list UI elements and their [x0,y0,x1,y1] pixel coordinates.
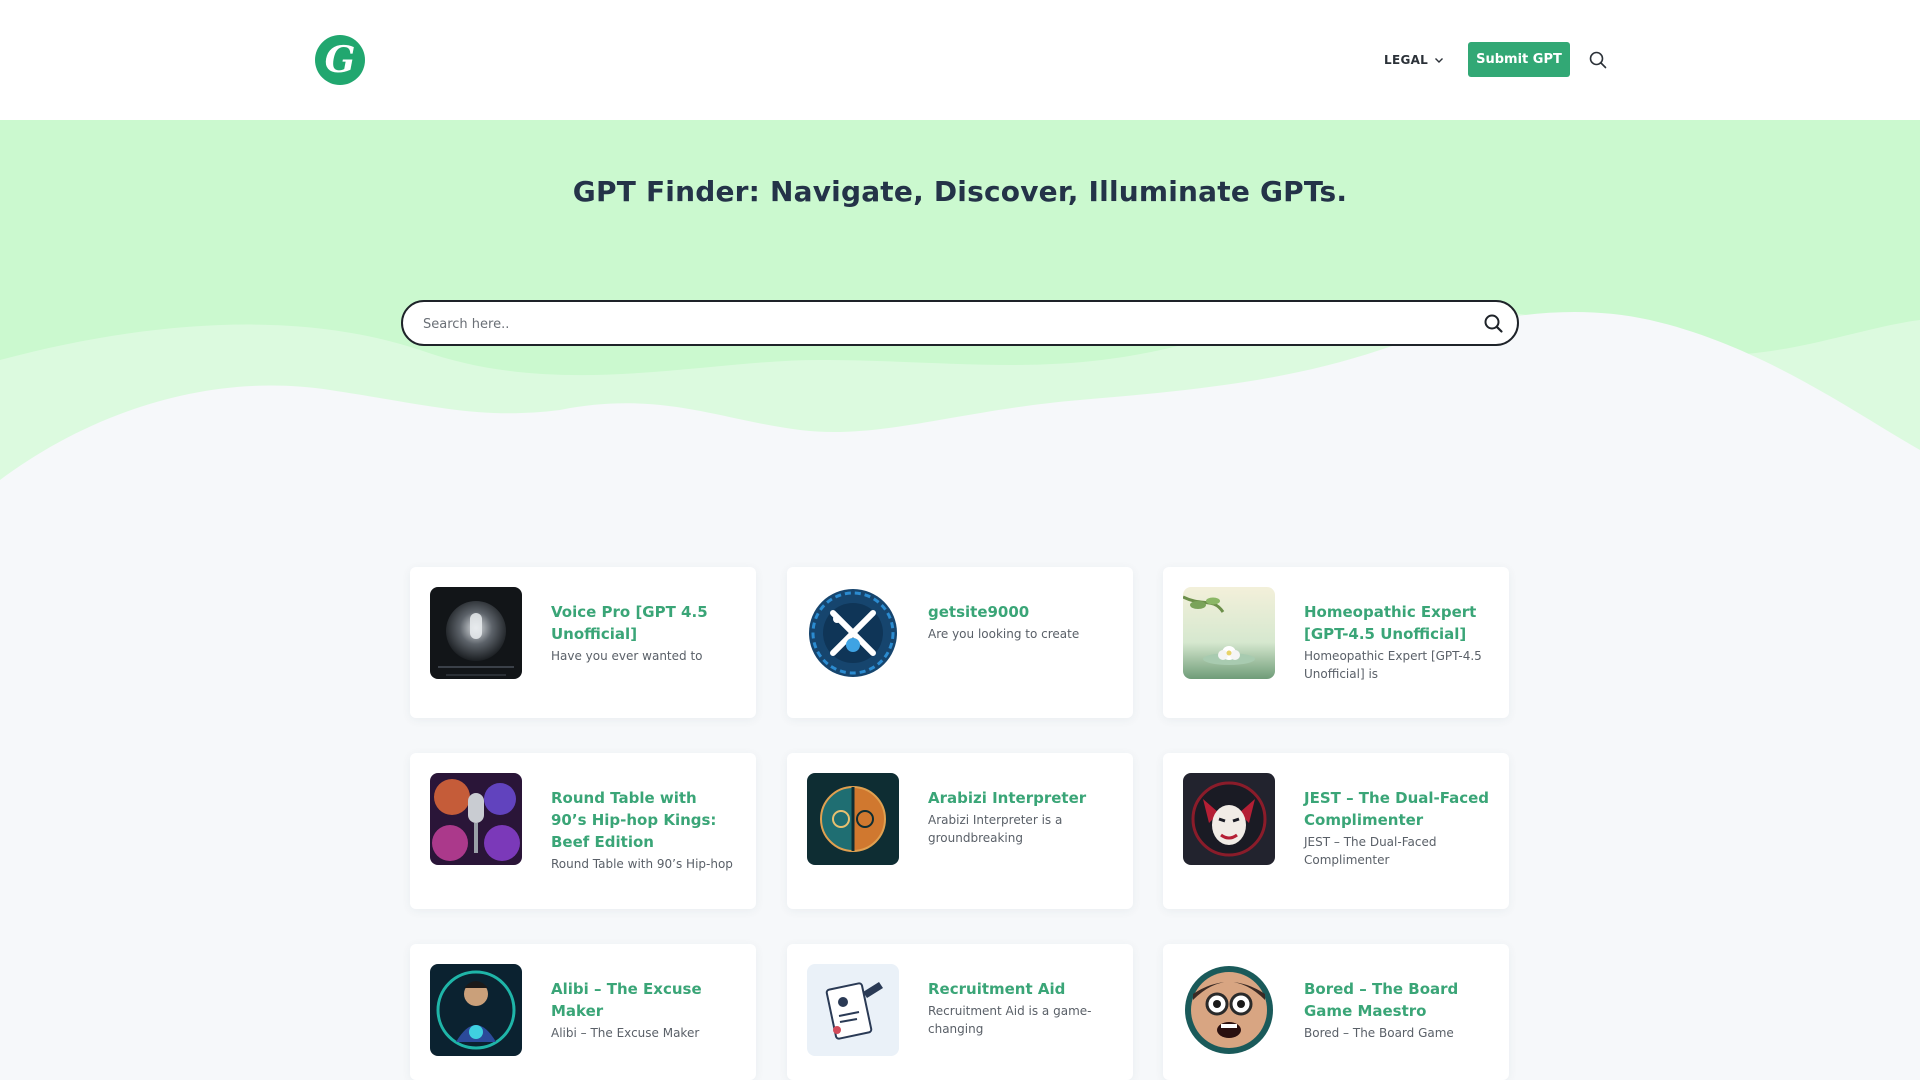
gpt-card[interactable]: Arabizi Interpreter Arabizi Interpreter i… [787,753,1133,909]
gpt-card[interactable]: Recruitment Aid Recruitment Aid is a game… [787,944,1133,1080]
legal-menu[interactable]: LEGAL [1384,50,1444,70]
gpt-card[interactable]: Homeopathic Expert [GPT-4.5 Unofficial] H… [1163,567,1509,718]
card-title[interactable]: Arabizi Interpreter [928,789,1086,807]
card-title[interactable]: Voice Pro [GPT 4.5 Unofficial] [551,603,708,643]
card-title[interactable]: Alibi – The Excuse Maker [551,980,702,1020]
hero-section: GPT Finder: Navigate, Discover, Illumina… [0,120,1920,520]
card-description: Alibi – The Excuse Maker [551,1026,700,1040]
card-description: Bored – The Board Game [1304,1026,1454,1040]
card-description: Have you ever wanted to [551,649,703,663]
alibi-character-icon [430,964,522,1056]
card-description: JEST – The Dual-Faced Complimenter [1304,835,1437,867]
card-title[interactable]: Bored – The Board Game Maestro [1304,980,1458,1020]
legal-menu-label: LEGAL [1384,53,1429,67]
card-title[interactable]: getsite9000 [928,603,1029,621]
hero-search-box [401,300,1519,346]
card-description: Are you looking to create [928,627,1080,641]
submit-gpt-button[interactable]: Submit GPT [1468,42,1570,77]
clipboard-pen-icon [807,964,899,1056]
card-description: Round Table with 90’s Hip-hop [551,857,733,871]
gpt-card[interactable]: Round Table with 90’s Hip-hop Kings: Bee… [410,753,756,909]
goggles-character-icon [1183,964,1275,1056]
card-description: Arabizi Interpreter is a groundbreaking [928,813,1063,845]
site-header: G LEGAL Submit GPT [0,0,1920,120]
chevron-down-icon [1435,58,1444,63]
site-logo[interactable]: G [315,35,365,85]
page-title: GPT Finder: Navigate, Discover, Illumina… [572,175,1348,208]
microphone-orb-icon [430,587,522,679]
search-icon[interactable] [1483,313,1504,334]
flower-landscape-icon [1183,587,1275,679]
search-input[interactable] [423,312,1463,336]
jester-mask-icon [1183,773,1275,865]
search-icon[interactable] [1588,50,1608,70]
logo-letter: G [324,39,356,81]
gpt-card[interactable]: getsite9000 Are you looking to create [787,567,1133,718]
hiphop-microphone-icon [430,773,522,865]
gpt-card[interactable]: Voice Pro [GPT 4.5 Unofficial] Have you e… [410,567,756,718]
arabizi-emblem-icon [807,773,899,865]
card-title[interactable]: JEST – The Dual-Faced Complimenter [1304,789,1489,829]
wrench-gear-icon [807,587,899,679]
card-description: Recruitment Aid is a game-changing [928,1004,1092,1036]
card-title[interactable]: Round Table with 90’s Hip-hop Kings: Bee… [551,789,716,851]
card-title[interactable]: Recruitment Aid [928,980,1065,998]
card-title[interactable]: Homeopathic Expert [GPT-4.5 Unofficial] [1304,603,1476,643]
gpt-card[interactable]: Alibi – The Excuse Maker Alibi – The Excu… [410,944,756,1080]
gpt-card[interactable]: JEST – The Dual-Faced Complimenter JEST –… [1163,753,1509,909]
card-description: Homeopathic Expert [GPT-4.5 Unofficial] … [1304,649,1482,681]
gpt-card[interactable]: Bored – The Board Game Maestro Bored – Th… [1163,944,1509,1080]
